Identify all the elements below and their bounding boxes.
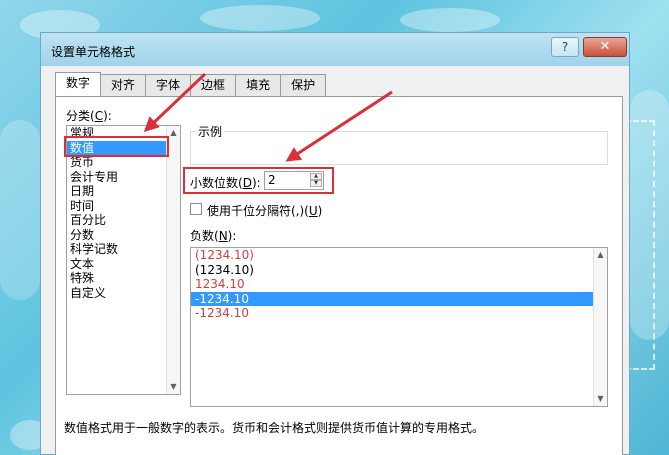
dialog-title: 设置单元格格式	[51, 45, 136, 59]
background-decoration	[0, 120, 40, 300]
category-label-text: 分类(	[66, 109, 95, 123]
category-accesskey: C	[94, 109, 104, 123]
dialog-titlebar[interactable]: 设置单元格格式 ? ✕	[40, 32, 630, 66]
category-item-scientific[interactable]: 科学记数	[67, 242, 180, 257]
tab-protection[interactable]: 保护	[280, 74, 327, 96]
scroll-up-icon[interactable]: ▲	[594, 248, 607, 262]
category-item-custom[interactable]: 自定义	[67, 286, 180, 301]
category-item-currency[interactable]: 货币	[67, 155, 180, 170]
thousands-separator-checkbox[interactable]	[190, 203, 202, 215]
tab-number[interactable]: 数字	[55, 72, 102, 96]
negative-option[interactable]: (1234.10)	[191, 263, 607, 278]
sample-preview	[190, 131, 608, 165]
negative-option-selected[interactable]: -1234.10	[191, 291, 607, 306]
scroll-down-icon[interactable]: ▼	[594, 392, 607, 406]
category-item-percentage[interactable]: 百分比	[67, 213, 180, 228]
thousands-label-end: )	[317, 204, 323, 218]
category-list[interactable]: 常规 数值 货币 会计专用 日期 时间 百分比 分数 科学记数 文本 特殊 自定…	[66, 125, 181, 395]
category-item-fraction[interactable]: 分数	[67, 228, 180, 243]
negative-numbers-label: 负数(N):	[190, 227, 236, 244]
annotation-highlight-decimal	[183, 167, 334, 194]
negative-option[interactable]: 1234.10	[191, 277, 607, 292]
annotation-highlight-category	[64, 136, 169, 157]
negative-label-text: 负数(	[190, 229, 219, 243]
category-item-date[interactable]: 日期	[67, 184, 180, 199]
negative-label-end: ):	[227, 229, 237, 243]
format-description: 数值格式用于一般数字的表示。货币和会计格式则提供货币值计算的专用格式。	[64, 421, 485, 435]
negative-option[interactable]: (1234.10)	[191, 248, 607, 263]
tab-alignment[interactable]: 对齐	[100, 74, 147, 96]
help-button[interactable]: ?	[551, 37, 579, 57]
thousands-separator-label[interactable]: 使用千位分隔符(,)(U)	[207, 202, 322, 219]
negative-accesskey: N	[218, 229, 228, 243]
negative-option[interactable]: -1234.10	[191, 306, 607, 321]
close-button[interactable]: ✕	[583, 37, 627, 57]
category-scrollbar[interactable]: ▲ ▼	[166, 126, 180, 394]
negative-numbers-list[interactable]: (1234.10) (1234.10) 1234.10 -1234.10 -12…	[190, 247, 608, 407]
tab-fill[interactable]: 填充	[235, 74, 282, 96]
format-cells-dialog: 数字 对齐 字体 边框 填充 保护 分类(C): 常规 数值 货币 会计专用 日…	[40, 66, 630, 455]
sample-label: 示例	[196, 123, 225, 140]
category-label: 分类(C):	[66, 107, 112, 124]
background-decoration	[200, 5, 320, 31]
category-item-time[interactable]: 时间	[67, 199, 180, 214]
tab-font[interactable]: 字体	[145, 74, 192, 96]
category-item-special[interactable]: 特殊	[67, 271, 180, 286]
tab-border[interactable]: 边框	[190, 74, 237, 96]
background-decoration	[400, 8, 500, 32]
thousands-label-text: 使用千位分隔符(,)(	[207, 204, 309, 218]
scroll-down-icon[interactable]: ▼	[167, 380, 180, 394]
category-item-text[interactable]: 文本	[67, 257, 180, 272]
category-label-end: ):	[103, 109, 112, 123]
tab-strip: 数字 对齐 字体 边框 填充 保护	[55, 72, 327, 96]
thousands-accesskey: U	[308, 204, 318, 218]
category-item-accounting[interactable]: 会计专用	[67, 170, 180, 185]
negative-list-scrollbar[interactable]: ▲ ▼	[593, 248, 607, 406]
